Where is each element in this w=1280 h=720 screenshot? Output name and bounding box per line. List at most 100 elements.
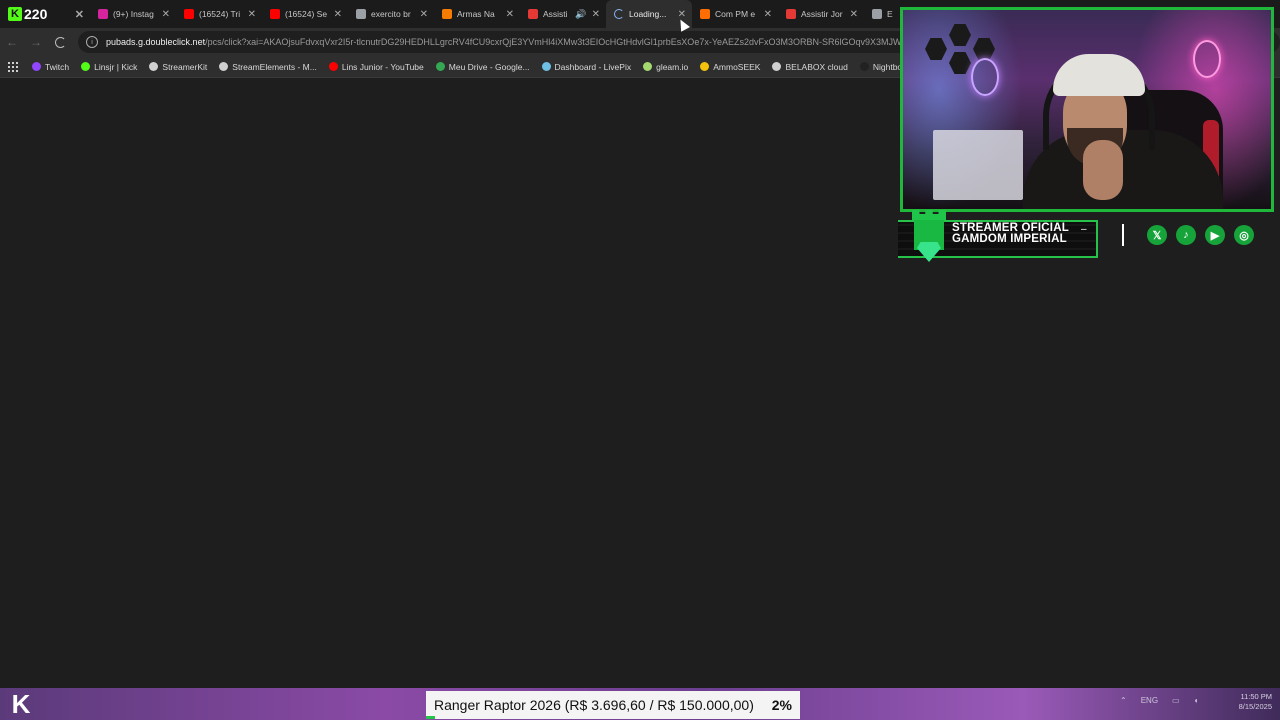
tab-title: Assisti: [543, 9, 568, 19]
tab-favicon-icon: [270, 9, 280, 19]
x-icon: 𝕏: [1147, 225, 1167, 245]
tab-audio-icon[interactable]: 🔊: [575, 9, 586, 20]
sponsor-banner: STREAMER OFICIAL GAMDOM IMPERIAL –: [898, 210, 1098, 262]
bookmark-label: StreamElements - M...: [232, 61, 317, 72]
tab-title: Loading...: [629, 9, 667, 19]
close-icon[interactable]: ✕: [506, 9, 514, 20]
tab-5[interactable]: Assisti 🔊 ✕: [520, 0, 606, 28]
tab-2[interactable]: (16524) Se ✕: [262, 0, 348, 28]
stop-loading-button[interactable]: [48, 30, 72, 54]
bookmark-item[interactable]: StreamerKit: [149, 62, 207, 72]
tab-1[interactable]: (16524) Tri ✕: [176, 0, 262, 28]
clock-time: 11:50 PM: [1240, 692, 1272, 701]
banner-dash: –: [1081, 224, 1087, 235]
close-icon[interactable]: ✕: [420, 9, 428, 20]
bookmark-item[interactable]: Lins Junior - YouTube: [328, 61, 424, 72]
bookmark-label: StreamerKit: [162, 61, 208, 72]
url-path: /pcs/click?xai=AKAOjsuFdvxqVxr2I5r-tlcnu…: [205, 37, 902, 47]
close-icon[interactable]: ✕: [75, 8, 84, 21]
instagram-icon: ◎: [1234, 225, 1254, 245]
bookmark-favicon-icon: [32, 62, 41, 71]
apps-grid-icon[interactable]: [8, 61, 18, 72]
bookmark-item[interactable]: AmmoSEEK: [700, 62, 760, 72]
bookmark-favicon-icon: [772, 62, 782, 71]
site-info-icon[interactable]: i: [86, 36, 98, 48]
forward-button[interactable]: →: [24, 30, 48, 54]
bookmark-favicon-icon: [219, 62, 229, 71]
tab-7[interactable]: Com PM e ✕: [692, 0, 778, 28]
bookmark-favicon-icon: [541, 62, 551, 71]
bookmark-item[interactable]: gleam.io: [643, 62, 688, 72]
kick-taskbar-logo-icon: K: [11, 688, 31, 719]
tab-title: Armas Na: [457, 9, 495, 19]
bookmark-favicon-icon: [859, 62, 869, 71]
close-icon[interactable]: ✕: [850, 9, 858, 20]
bookmark-favicon-icon: [643, 62, 653, 71]
tab-favicon-icon: [872, 9, 882, 19]
bookmark-label: gleam.io: [656, 61, 689, 72]
webcam-overlay: [900, 7, 1274, 212]
bookmark-label: Meu Drive - Google...: [448, 61, 530, 72]
monitor-icon[interactable]: ▭: [1172, 696, 1180, 705]
tab-favicon-icon: [184, 9, 194, 19]
tab-3[interactable]: exercito br ✕: [348, 0, 434, 28]
tab-title: (16524) Se: [285, 9, 328, 19]
goal-percent: 2%: [771, 697, 792, 713]
taskbar-clock[interactable]: 11:50 PM 8/15/2025: [1228, 692, 1272, 712]
bookmark-label: Linsjr | Kick: [94, 61, 138, 72]
tab-favicon-icon: [356, 9, 366, 19]
language-indicator[interactable]: ENG: [1141, 696, 1158, 705]
castle-logo-icon: [912, 210, 946, 262]
tab-favicon-icon: [528, 9, 538, 19]
bookmark-item[interactable]: Meu Drive - Google...: [435, 61, 530, 72]
url-host: pubads.g.doubleclick.net: [106, 37, 206, 47]
loading-spinner-icon: [614, 9, 624, 19]
bookmark-favicon-icon: [328, 62, 338, 71]
bookmark-item[interactable]: BELABOX cloud: [772, 62, 848, 72]
tiktok-icon: ♪: [1176, 225, 1196, 245]
tab-kick-count: 220: [24, 6, 48, 22]
bookmark-label: Lins Junior - YouTube: [341, 61, 424, 72]
tab-list: (9+) Instag ✕ (16524) Tri ✕ (16524) Se ✕ exerc…: [90, 0, 950, 28]
divider: [1122, 224, 1124, 246]
close-icon[interactable]: ✕: [248, 9, 256, 20]
close-icon[interactable]: ✕: [764, 9, 772, 20]
goal-progress-fill: [426, 716, 436, 719]
bookmark-item[interactable]: Linsjr | Kick: [81, 62, 137, 72]
tab-4[interactable]: Armas Na ✕: [434, 0, 520, 28]
goal-label: Ranger Raptor 2026 (R$ 3.696,60 / R$ 150…: [434, 697, 754, 713]
bookmark-favicon-icon: [81, 62, 91, 71]
bookmark-label: Dashboard - LivePix: [554, 61, 632, 72]
bookmark-favicon-icon: [149, 62, 159, 71]
loading-icon: [54, 36, 66, 48]
banner-line-2: GAMDOM IMPERIAL: [952, 233, 1067, 245]
kick-logo-icon: K: [8, 7, 22, 21]
close-icon[interactable]: ✕: [592, 9, 600, 20]
tab-title: (16524) Tri: [199, 9, 241, 19]
bookmark-label: Twitch: [45, 61, 70, 72]
tab-favicon-icon: [98, 9, 108, 19]
system-tray: ⌃ ENG ▭ ◖: [1120, 696, 1198, 705]
chevron-up-icon[interactable]: ⌃: [1120, 696, 1127, 705]
bookmark-list: Twitch Linsjr | Kick StreamerKit StreamElem…: [32, 62, 949, 72]
youtube-icon: ▶: [1205, 225, 1225, 245]
back-button[interactable]: ←: [0, 30, 24, 54]
bookmark-item[interactable]: Twitch: [32, 62, 69, 72]
tab-kick[interactable]: K 220 ✕: [0, 0, 90, 28]
social-icons: 𝕏 ♪ ▶ ◎: [1122, 224, 1254, 246]
close-icon[interactable]: ✕: [162, 9, 170, 20]
tab-title: Com PM e: [715, 9, 756, 19]
bookmark-favicon-icon: [435, 62, 445, 71]
clock-date: 8/15/2025: [1238, 702, 1272, 711]
tab-0[interactable]: (9+) Instag ✕: [90, 0, 176, 28]
close-icon[interactable]: ✕: [334, 9, 342, 20]
bookmark-favicon-icon: [700, 62, 710, 71]
tab-title: exercito br: [371, 9, 411, 19]
tab-8[interactable]: Assistir Jor ✕: [778, 0, 864, 28]
tab-title: (9+) Instag: [113, 9, 154, 19]
bookmark-item[interactable]: StreamElements - M...: [219, 62, 317, 72]
speaker-icon[interactable]: ◖: [1194, 696, 1199, 705]
bookmark-item[interactable]: Dashboard - LivePix: [541, 61, 632, 72]
bookmark-label: AmmoSEEK: [713, 61, 761, 72]
tab-favicon-icon: [442, 9, 452, 19]
